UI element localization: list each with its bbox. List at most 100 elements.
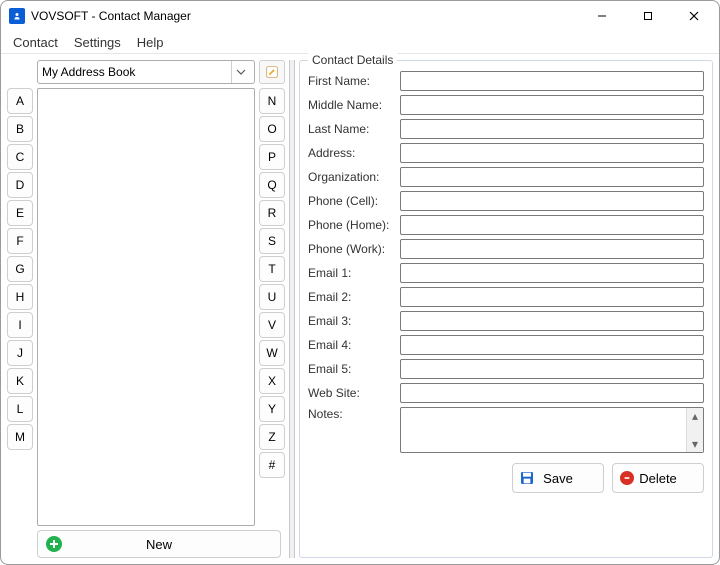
az-button-n[interactable]: N xyxy=(259,88,285,114)
az-button-g[interactable]: G xyxy=(7,256,33,282)
az-button-e[interactable]: E xyxy=(7,200,33,226)
email5-input[interactable] xyxy=(400,359,704,379)
az-button-o[interactable]: O xyxy=(259,116,285,142)
last-name-input[interactable] xyxy=(400,119,704,139)
phone-home-label: Phone (Home): xyxy=(308,218,394,232)
phone-home-input[interactable] xyxy=(400,215,704,235)
phone-cell-label: Phone (Cell): xyxy=(308,194,394,208)
az-button-z[interactable]: Z xyxy=(259,424,285,450)
az-button-y[interactable]: Y xyxy=(259,396,285,422)
field-row-organization: Organization: xyxy=(308,167,704,187)
az-button-d[interactable]: D xyxy=(7,172,33,198)
az-button-p[interactable]: P xyxy=(259,144,285,170)
mid-row: ABCDEFGHIJKLM NOPQRSTUVWXYZ# xyxy=(7,88,285,526)
app-icon xyxy=(9,8,25,24)
maximize-button[interactable] xyxy=(625,1,671,31)
phone-work-input[interactable] xyxy=(400,239,704,259)
window-title: VOVSOFT - Contact Manager xyxy=(31,9,191,23)
body: My Address Book ABCDEFGHIJKLM NOPQRSTUVW… xyxy=(1,54,719,564)
notes-value xyxy=(401,408,686,452)
az-right-column: NOPQRSTUVWXYZ# xyxy=(259,88,285,526)
field-row-email1: Email 1: xyxy=(308,263,704,283)
az-button-f[interactable]: F xyxy=(7,228,33,254)
delete-button-label: Delete xyxy=(639,471,677,486)
menu-settings[interactable]: Settings xyxy=(66,33,129,52)
organization-input[interactable] xyxy=(400,167,704,187)
notes-input[interactable]: ▴ ▾ xyxy=(400,407,704,453)
new-button-label: New xyxy=(146,537,172,552)
right-pane: Contact Details First Name:Middle Name:L… xyxy=(299,60,713,558)
first-name-label: First Name: xyxy=(308,74,394,88)
address-book-select[interactable]: My Address Book xyxy=(37,60,255,84)
save-button[interactable]: Save xyxy=(512,463,604,493)
az-button-b[interactable]: B xyxy=(7,116,33,142)
save-icon xyxy=(519,470,535,486)
edit-address-book-button[interactable] xyxy=(259,60,285,84)
contact-details-group: Contact Details First Name:Middle Name:L… xyxy=(299,60,713,558)
field-row-email2: Email 2: xyxy=(308,287,704,307)
chevron-down-icon xyxy=(231,61,250,83)
menubar: Contact Settings Help xyxy=(1,31,719,54)
notes-scrollbar[interactable]: ▴ ▾ xyxy=(686,408,703,452)
titlebar: VOVSOFT - Contact Manager xyxy=(1,1,719,31)
new-row: New xyxy=(7,530,285,558)
az-button-j[interactable]: J xyxy=(7,340,33,366)
field-row-email5: Email 5: xyxy=(308,359,704,379)
notes-label: Notes: xyxy=(308,407,394,421)
az-button-k[interactable]: K xyxy=(7,368,33,394)
left-pane: My Address Book ABCDEFGHIJKLM NOPQRSTUVW… xyxy=(7,60,285,558)
field-row-phone-home: Phone (Home): xyxy=(308,215,704,235)
scroll-up-icon: ▴ xyxy=(687,408,703,424)
save-button-label: Save xyxy=(543,471,573,486)
az-button-v[interactable]: V xyxy=(259,312,285,338)
email1-input[interactable] xyxy=(400,263,704,283)
field-row-phone-work: Phone (Work): xyxy=(308,239,704,259)
email3-label: Email 3: xyxy=(308,314,394,328)
az-button-h[interactable]: H xyxy=(7,284,33,310)
phone-work-label: Phone (Work): xyxy=(308,242,394,256)
middle-name-input[interactable] xyxy=(400,95,704,115)
email5-label: Email 5: xyxy=(308,362,394,376)
phone-cell-input[interactable] xyxy=(400,191,704,211)
az-button-c[interactable]: C xyxy=(7,144,33,170)
az-button-r[interactable]: R xyxy=(259,200,285,226)
az-button-i[interactable]: I xyxy=(7,312,33,338)
field-row-middle-name: Middle Name: xyxy=(308,95,704,115)
button-row: Save Delete xyxy=(308,463,704,493)
close-button[interactable] xyxy=(671,1,717,31)
address-book-selected: My Address Book xyxy=(42,65,135,79)
delete-button[interactable]: Delete xyxy=(612,463,704,493)
az-button-l[interactable]: L xyxy=(7,396,33,422)
email2-label: Email 2: xyxy=(308,290,394,304)
az-button-m[interactable]: M xyxy=(7,424,33,450)
az-button-q[interactable]: Q xyxy=(259,172,285,198)
menu-contact[interactable]: Contact xyxy=(5,33,66,52)
az-button-u[interactable]: U xyxy=(259,284,285,310)
az-left-column: ABCDEFGHIJKLM xyxy=(7,88,33,526)
az-button-hash[interactable]: # xyxy=(259,452,285,478)
email4-label: Email 4: xyxy=(308,338,394,352)
az-button-x[interactable]: X xyxy=(259,368,285,394)
address-input[interactable] xyxy=(400,143,704,163)
app-window: VOVSOFT - Contact Manager Contact Settin… xyxy=(0,0,720,565)
contact-list[interactable] xyxy=(37,88,255,526)
email2-input[interactable] xyxy=(400,287,704,307)
field-row-phone-cell: Phone (Cell): xyxy=(308,191,704,211)
email3-input[interactable] xyxy=(400,311,704,331)
az-button-a[interactable]: A xyxy=(7,88,33,114)
website-input[interactable] xyxy=(400,383,704,403)
delete-icon xyxy=(619,470,635,486)
menu-help[interactable]: Help xyxy=(129,33,172,52)
minimize-button[interactable] xyxy=(579,1,625,31)
az-button-s[interactable]: S xyxy=(259,228,285,254)
az-button-t[interactable]: T xyxy=(259,256,285,282)
first-name-input[interactable] xyxy=(400,71,704,91)
field-row-email3: Email 3: xyxy=(308,311,704,331)
field-row-email4: Email 4: xyxy=(308,335,704,355)
new-button[interactable]: New xyxy=(37,530,281,558)
email4-input[interactable] xyxy=(400,335,704,355)
az-button-w[interactable]: W xyxy=(259,340,285,366)
contact-details-caption: Contact Details xyxy=(308,53,397,67)
middle-name-label: Middle Name: xyxy=(308,98,394,112)
splitter[interactable] xyxy=(289,60,295,558)
